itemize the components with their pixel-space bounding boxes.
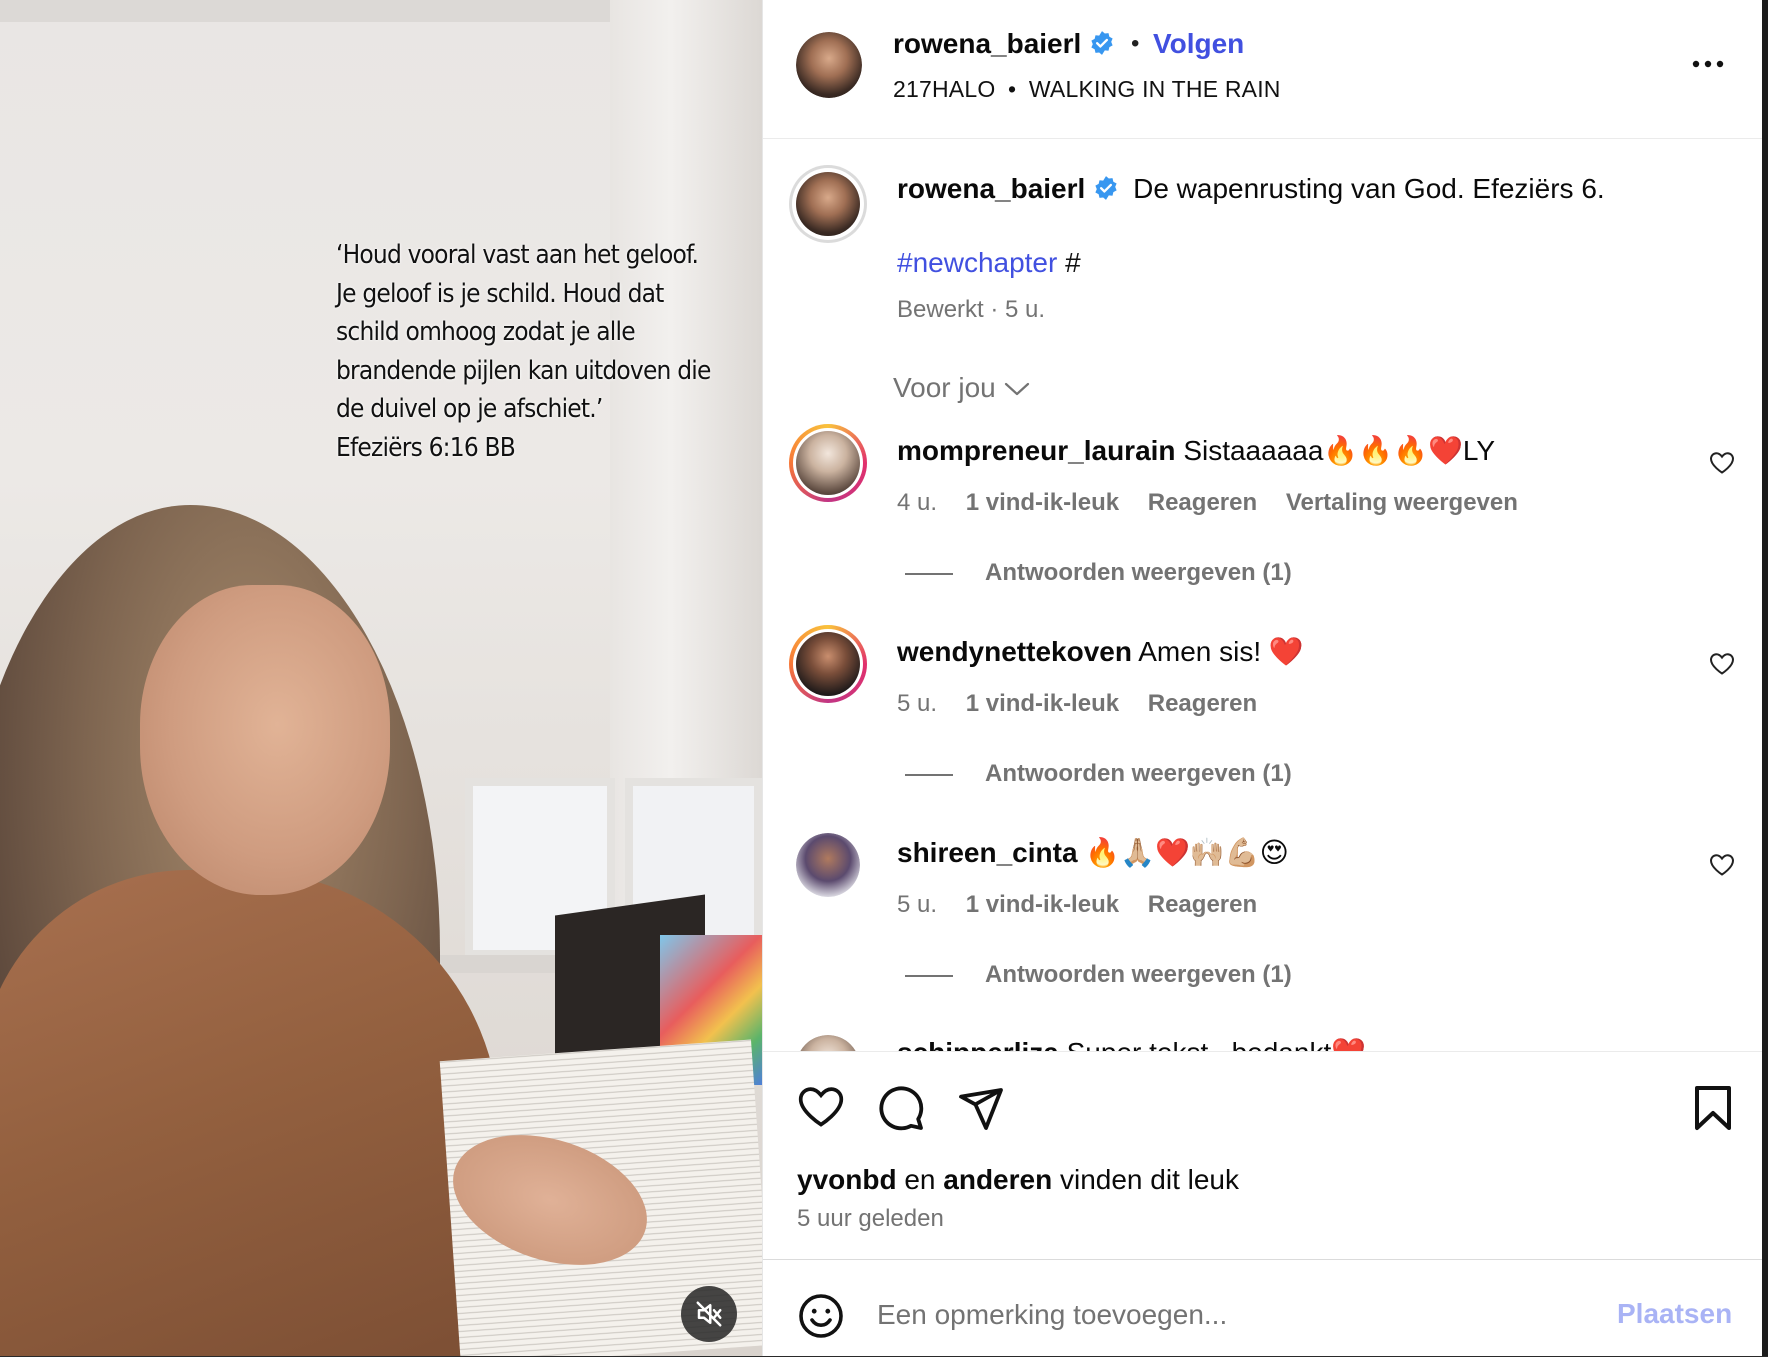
caption-avatar[interactable] xyxy=(789,165,867,243)
replies-divider xyxy=(905,773,953,776)
comment-bubble-icon[interactable] xyxy=(877,1084,925,1132)
comment-username[interactable]: shireen_cinta xyxy=(897,837,1078,868)
comment-username[interactable]: wendynettekoven xyxy=(897,636,1132,667)
hashtag-link[interactable]: #newchapter xyxy=(897,247,1057,278)
caption-username[interactable]: rowena_baierl xyxy=(897,173,1085,204)
translate-button[interactable]: Vertaling weergeven xyxy=(1286,489,1518,516)
caption-meta: Bewerkt · 5 u. xyxy=(897,296,1046,323)
view-replies-button[interactable]: Antwoorden weergeven (1) xyxy=(905,760,1292,788)
follow-button[interactable]: Volgen xyxy=(1153,28,1244,60)
post-timestamp: 5 uur geleden xyxy=(797,1205,944,1232)
comment-username[interactable]: schipperliza xyxy=(897,1037,1059,1051)
caption-text: De wapenrusting van God. Efeziërs 6. xyxy=(1133,173,1605,204)
comment-avatar[interactable] xyxy=(796,833,860,897)
comment-composer: Plaatsen xyxy=(763,1259,1763,1357)
comment-time: 5 u. xyxy=(897,891,938,918)
comment-time: 4 u. xyxy=(897,489,938,516)
comment-line: schipperliza Super tekst , bedankt❤️ xyxy=(897,1036,1366,1051)
comment-input[interactable] xyxy=(875,1286,1579,1344)
comment-reply-button[interactable]: Reageren xyxy=(1148,690,1257,717)
comment-text: Super tekst , bedankt❤️ xyxy=(1067,1037,1366,1051)
comment-likes[interactable]: 1 vind-ik-leuk xyxy=(966,690,1119,717)
comment-line: wendynettekoven Amen sis! ❤️ xyxy=(897,635,1304,668)
comment-text: 🔥🙏🏼❤️🙌🏼💪🏼😍 xyxy=(1085,837,1289,868)
comment-like-heart-icon[interactable] xyxy=(1709,652,1735,676)
comment-avatar[interactable] xyxy=(796,1035,860,1051)
caption-hashtags: #newchapter # xyxy=(897,247,1081,278)
liker-username[interactable]: yvonbd xyxy=(797,1164,897,1195)
window-edge xyxy=(1762,0,1768,1356)
speaker-muted-icon xyxy=(696,1301,722,1327)
comment-reply-button[interactable]: Reageren xyxy=(1148,891,1257,918)
comment-time: 5 u. xyxy=(897,690,938,717)
audio-attribution[interactable]: 217HALO • WALKING IN THE RAIN xyxy=(893,76,1281,103)
post-header: rowena_baierl • Volgen 217HALO • WALKING… xyxy=(763,0,1763,139)
replies-divider xyxy=(905,572,953,575)
share-paper-plane-icon[interactable] xyxy=(957,1084,1005,1132)
more-options-icon[interactable] xyxy=(1688,52,1728,76)
comment-meta: 5 u. 1 vind-ik-leuk Reageren xyxy=(897,690,1279,718)
chevron-down-icon xyxy=(1004,382,1029,396)
comment-line: mompreneur_laurain Sistaaaaaa🔥🔥🔥❤️LY xyxy=(897,434,1495,467)
comment-like-heart-icon[interactable] xyxy=(1709,853,1735,877)
header-separator: • xyxy=(1131,30,1140,57)
comment-likes[interactable]: 1 vind-ik-leuk xyxy=(966,891,1119,918)
likes-summary: yvonbd en anderen vinden dit leuk xyxy=(797,1164,1239,1195)
reel-video[interactable]: ‘Houd vooral vast aan het geloof. Je gel… xyxy=(0,0,762,1356)
verified-badge-icon xyxy=(1095,176,1117,200)
caption-line: rowena_baierl De wapenrusting van God. E… xyxy=(897,173,1605,205)
view-replies-button[interactable]: Antwoorden weergeven (1) xyxy=(905,961,1292,989)
comment-username[interactable]: mompreneur_laurain xyxy=(897,435,1176,466)
post-panel: rowena_baierl • Volgen 217HALO • WALKING… xyxy=(762,0,1763,1356)
comment-reply-button[interactable]: Reageren xyxy=(1148,489,1257,516)
author-avatar[interactable] xyxy=(796,32,862,98)
emoji-smiley-icon[interactable] xyxy=(797,1292,845,1340)
comment-avatar[interactable] xyxy=(789,424,867,502)
sort-label: Voor jou xyxy=(893,372,996,403)
comments-scroll-area[interactable]: rowena_baierl De wapenrusting van God. E… xyxy=(763,139,1763,1051)
like-heart-icon[interactable] xyxy=(797,1084,845,1130)
mute-button[interactable] xyxy=(681,1286,737,1342)
comment-text: Amen sis! ❤️ xyxy=(1138,636,1304,667)
comment-like-heart-icon[interactable] xyxy=(1709,451,1735,475)
comment-line: shireen_cinta 🔥🙏🏼❤️🙌🏼💪🏼😍 xyxy=(897,836,1289,869)
comment-avatar[interactable] xyxy=(789,625,867,703)
comment-likes[interactable]: 1 vind-ik-leuk xyxy=(966,489,1119,516)
post-comment-button[interactable]: Plaatsen xyxy=(1617,1298,1732,1330)
comment-text: Sistaaaaaa🔥🔥🔥❤️LY xyxy=(1183,435,1496,466)
view-replies-button[interactable]: Antwoorden weergeven (1) xyxy=(905,559,1292,587)
comment-sort-dropdown[interactable]: Voor jou xyxy=(893,372,1030,404)
video-quote-overlay: ‘Houd vooral vast aan het geloof. Je gel… xyxy=(336,240,711,463)
author-username[interactable]: rowena_baierl xyxy=(893,28,1115,60)
replies-divider xyxy=(905,974,953,977)
likes-others-link[interactable]: anderen xyxy=(943,1164,1052,1195)
verified-badge-icon xyxy=(1091,31,1113,55)
comment-meta: 5 u. 1 vind-ik-leuk Reageren xyxy=(897,891,1279,919)
save-bookmark-icon[interactable] xyxy=(1691,1084,1735,1132)
video-person-face xyxy=(140,585,390,895)
comment-meta: 4 u. 1 vind-ik-leuk Reageren Vertaling w… xyxy=(897,489,1540,517)
